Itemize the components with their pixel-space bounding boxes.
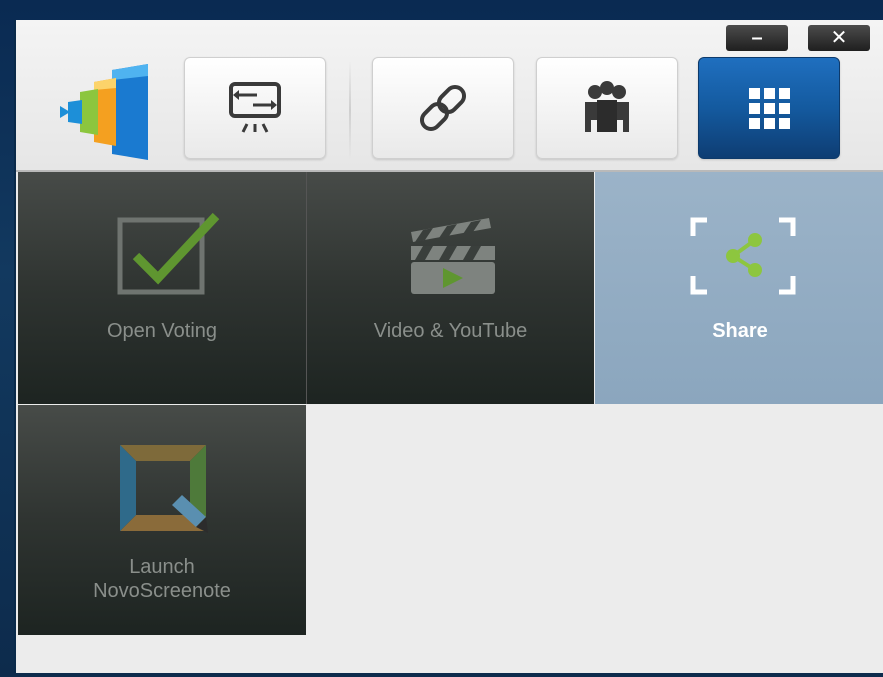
checkbox-voting-icon: [117, 212, 220, 295]
tile-label: Launch NovoScreenote: [18, 555, 306, 603]
minimize-button[interactable]: –: [726, 25, 788, 51]
toolbar: – ✕: [16, 20, 883, 172]
screenote-icon: [120, 445, 208, 533]
clapperboard-video-icon: [411, 218, 495, 294]
share-icon: [690, 217, 796, 295]
tile-label: Video & YouTube: [373, 320, 528, 342]
app-grid-icon: [749, 88, 790, 129]
app-window: – ✕ Open Voting Video & YouTube Share La…: [14, 20, 883, 673]
tile-share[interactable]: Share: [595, 172, 883, 404]
screen-switch-icon: [229, 82, 281, 133]
tile-label-line1: Launch: [129, 556, 195, 578]
tile-open-voting[interactable]: Open Voting: [18, 172, 307, 404]
app-logo-icon: [60, 64, 148, 160]
link-icon: [419, 84, 467, 132]
group-button[interactable]: [536, 57, 678, 159]
toolbar-divider: [349, 60, 351, 160]
tile-launch-novoscreenote[interactable]: Launch NovoScreenote: [18, 405, 306, 635]
tile-video-youtube[interactable]: Video & YouTube: [307, 172, 594, 404]
close-button[interactable]: ✕: [808, 25, 870, 51]
apps-button[interactable]: [698, 57, 840, 159]
group-people-icon: [585, 81, 629, 132]
screen-mirror-button[interactable]: [184, 57, 326, 159]
tile-label: Open Voting: [106, 320, 218, 342]
tile-label: Share: [712, 320, 768, 342]
tile-label-line2: NovoScreenote: [93, 580, 231, 602]
apps-panel: Open Voting Video & YouTube Share Launch…: [16, 172, 883, 673]
link-button[interactable]: [372, 57, 514, 159]
